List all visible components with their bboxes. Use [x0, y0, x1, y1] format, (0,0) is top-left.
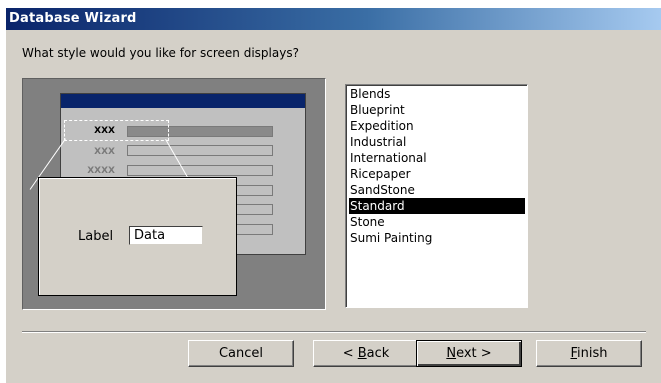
- preview-title-bar: [61, 94, 305, 108]
- preview-row-field: [127, 165, 273, 176]
- cancel-button-label: Cancel: [218, 346, 264, 361]
- window-title: Database Wizard: [9, 11, 137, 26]
- preview-row-field: [127, 145, 273, 156]
- style-preview: XXX XXX XXXX Label Data: [22, 78, 326, 310]
- style-option-standard[interactable]: Standard: [349, 198, 525, 214]
- zoom-label: Label: [78, 229, 114, 244]
- cancel-button[interactable]: Cancel: [188, 340, 294, 367]
- zoomed-control-callout: Label Data: [38, 177, 237, 296]
- preview-highlight-box: [64, 120, 169, 141]
- back-prefix: <: [342, 346, 358, 361]
- preview-row-label: XXX: [94, 147, 115, 157]
- next-accel: N: [446, 346, 457, 361]
- button-separator: [22, 331, 646, 333]
- style-option-sumi-painting[interactable]: Sumi Painting: [349, 230, 525, 246]
- style-option-expedition[interactable]: Expedition: [349, 118, 525, 134]
- zoom-data-field: Data: [129, 226, 203, 245]
- preview-row-label: XXXX: [87, 166, 115, 176]
- top-edge: [0, 0, 661, 8]
- style-option-international[interactable]: International: [349, 150, 525, 166]
- style-option-stone[interactable]: Stone: [349, 214, 525, 230]
- prompt-text: What style would you like for screen dis…: [22, 46, 299, 60]
- style-option-blueprint[interactable]: Blueprint: [349, 102, 525, 118]
- next-rest: ext >: [456, 346, 492, 361]
- finish-button[interactable]: Finish: [536, 340, 642, 367]
- next-button[interactable]: Next >: [416, 340, 522, 367]
- style-option-ricepaper[interactable]: Ricepaper: [349, 166, 525, 182]
- style-listbox[interactable]: Blends Blueprint Expedition Industrial I…: [345, 84, 528, 308]
- back-rest: ack: [366, 346, 390, 361]
- left-edge: [0, 0, 6, 383]
- style-option-sandstone[interactable]: SandStone: [349, 182, 525, 198]
- finish-rest: inish: [577, 346, 608, 361]
- back-button[interactable]: < Back: [313, 340, 419, 367]
- back-accel: B: [357, 346, 367, 361]
- database-wizard-window: Database Wizard What style would you lik…: [0, 0, 661, 383]
- style-option-industrial[interactable]: Industrial: [349, 134, 525, 150]
- style-option-blends[interactable]: Blends: [349, 86, 525, 102]
- title-bar[interactable]: Database Wizard: [6, 8, 661, 30]
